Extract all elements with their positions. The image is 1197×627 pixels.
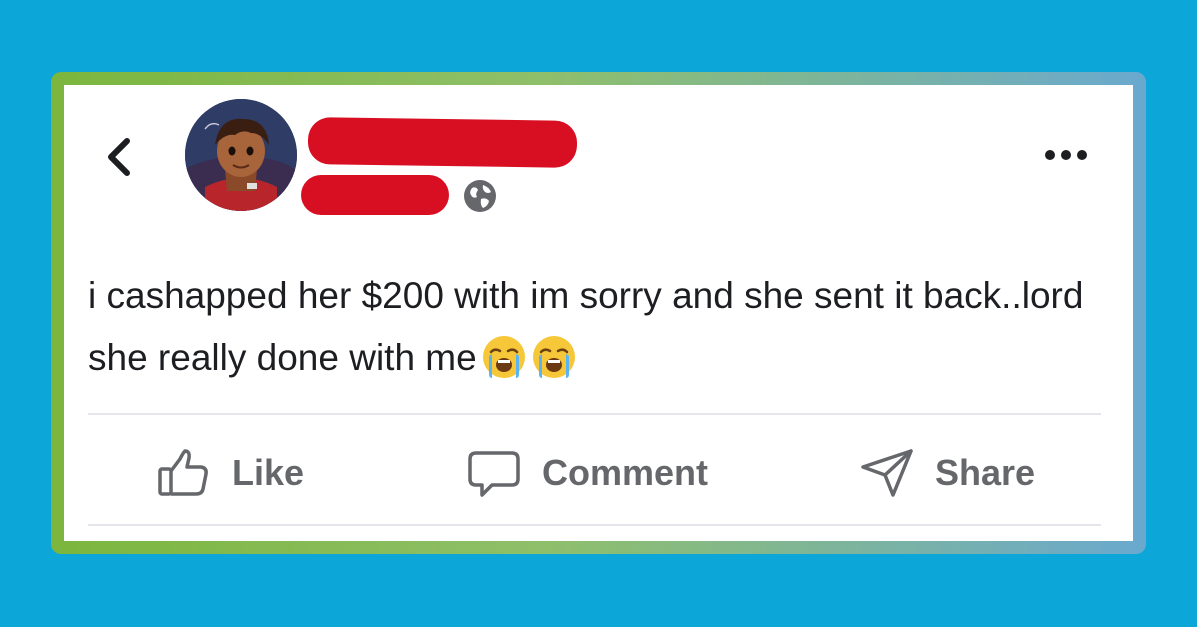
thumbs-up-icon — [158, 449, 208, 496]
profile-avatar[interactable] — [185, 99, 297, 211]
back-button[interactable] — [102, 133, 136, 181]
comment-label: Comment — [542, 452, 709, 493]
comment-bubble-icon — [468, 451, 520, 497]
loudly-crying-face-icon — [532, 336, 575, 378]
send-arrow-icon — [861, 449, 913, 497]
comment-button[interactable]: Comment — [466, 443, 708, 503]
chevron-left-icon — [108, 138, 130, 176]
share-button[interactable]: Share — [859, 443, 1035, 503]
redacted-timestamp — [301, 175, 449, 215]
share-label: Share — [935, 452, 1036, 493]
post-text: i cashapped her $200 with im sorry and s… — [88, 275, 1084, 378]
divider — [88, 413, 1101, 415]
redacted-username — [307, 117, 578, 168]
like-label: Like — [232, 452, 305, 493]
globe-icon — [464, 180, 496, 212]
divider — [88, 524, 1101, 526]
avatar-image — [185, 99, 297, 211]
facebook-post-card: i cashapped her $200 with im sorry and s… — [64, 85, 1133, 541]
loudly-crying-face-icon — [482, 336, 525, 378]
more-options-button[interactable] — [1041, 143, 1093, 167]
post-body: i cashapped her $200 with im sorry and s… — [88, 265, 1098, 389]
more-horizontal-icon — [1045, 150, 1087, 160]
like-button[interactable]: Like — [156, 443, 304, 503]
